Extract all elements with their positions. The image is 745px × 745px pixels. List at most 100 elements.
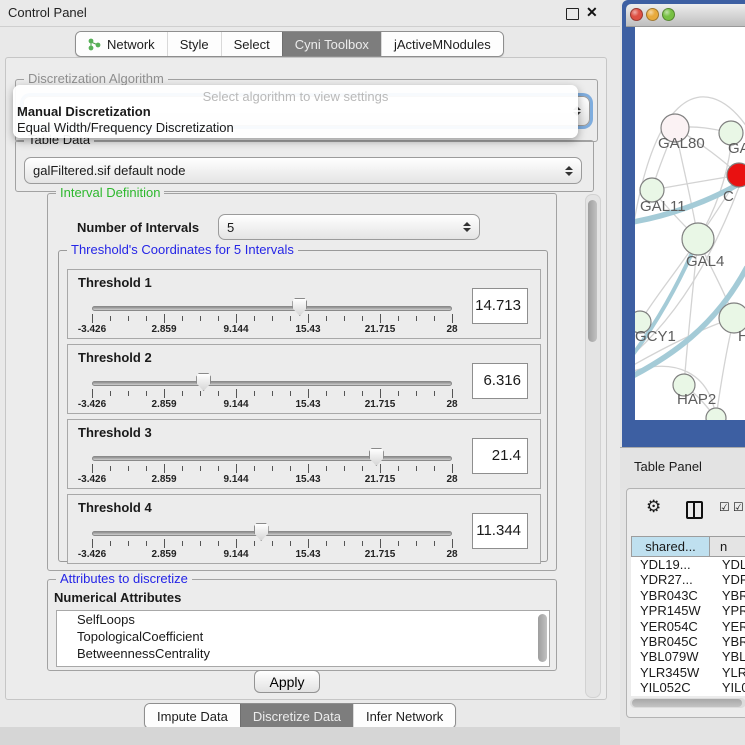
list-scrollbar-thumb[interactable] <box>538 614 547 662</box>
cell-name[interactable]: YBR0 <box>712 588 745 603</box>
cell-shared-name[interactable]: YDL19... <box>631 557 712 572</box>
tab-jactivemnodules[interactable]: jActiveMNodules <box>381 32 503 56</box>
minor-tick <box>416 466 417 471</box>
slider-scale-label: 2.859 <box>142 324 186 335</box>
node-label: GAL11 <box>640 198 686 215</box>
threshold-row: Threshold 1-3.4262.8599.14415.4321.71528… <box>67 269 541 339</box>
number-of-intervals-value: 5 <box>227 220 462 235</box>
table-row[interactable]: YDR27...YDR2 <box>631 572 745 587</box>
cell-shared-name[interactable]: YDR27... <box>631 572 712 587</box>
network-node[interactable] <box>682 223 714 255</box>
cell-name[interactable]: YPR1 <box>712 603 745 618</box>
column-header-name[interactable]: n <box>709 536 745 557</box>
slider-scale-label: 9.144 <box>214 474 258 485</box>
minor-tick <box>344 541 345 546</box>
table-row[interactable]: YPR145WYPR1 <box>631 603 745 618</box>
table-row[interactable]: YLR345WYLR3 <box>631 665 745 680</box>
slider-scale-label: -3.426 <box>70 549 114 560</box>
close-window-icon[interactable] <box>630 8 643 21</box>
minor-tick <box>182 466 183 471</box>
cell-shared-name[interactable]: YBR043C <box>631 588 712 603</box>
cell-shared-name[interactable]: YER054C <box>631 619 712 634</box>
node-label: C <box>723 188 734 205</box>
tab-cyni-toolbox[interactable]: Cyni Toolbox <box>282 32 381 56</box>
tab-impute-data[interactable]: Impute Data <box>145 704 240 728</box>
tab-infer-network[interactable]: Infer Network <box>353 704 455 728</box>
slider-track[interactable] <box>92 381 452 386</box>
table-data-combobox[interactable]: galFiltered.sif default node <box>24 157 582 184</box>
threshold-row: Threshold 2-3.4262.8599.14415.4321.71528… <box>67 344 541 414</box>
numerical-attributes-list[interactable]: SelfLoopsTopologicalCoefficientBetweenne… <box>56 610 550 667</box>
cell-name[interactable]: YIL0 <box>712 680 745 695</box>
table-row[interactable]: YER054CYER0 <box>631 619 745 634</box>
minimize-window-icon[interactable] <box>646 8 659 21</box>
network-canvas[interactable]: GAL80GACGAL11GAL4GCY1HHAP2 <box>635 27 745 420</box>
slider-scale-label: -3.426 <box>70 399 114 410</box>
major-tick <box>452 389 453 398</box>
minor-tick <box>434 316 435 321</box>
slider-track[interactable] <box>92 306 452 311</box>
slider-thumb[interactable] <box>369 448 384 466</box>
tab-select[interactable]: Select <box>221 32 282 56</box>
combo-stepper-icon <box>564 166 573 176</box>
cell-name[interactable]: YLR3 <box>712 665 745 680</box>
cell-name[interactable]: YDR2 <box>712 572 745 587</box>
table-horizontal-scrollbar[interactable] <box>630 698 745 708</box>
number-of-intervals-combobox[interactable]: 5 <box>218 214 480 240</box>
cell-name[interactable]: YER0 <box>712 619 745 634</box>
table-row[interactable]: YDL19...YDL1 <box>631 557 745 572</box>
cyni-toolbox-content: Discretization Algorithm Select algorith… <box>5 57 607 700</box>
tab-network[interactable]: Network <box>76 32 167 56</box>
scrollbar-thumb[interactable] <box>632 699 742 707</box>
control-panel-titlebar: Control Panel ✕ <box>0 0 620 27</box>
minor-tick <box>128 466 129 471</box>
threshold-value-field[interactable]: 6.316 <box>472 363 528 399</box>
split-columns-icon[interactable] <box>686 501 703 519</box>
slider-thumb[interactable] <box>254 523 269 541</box>
threshold-value-field[interactable]: 14.713 <box>472 288 528 324</box>
threshold-value-field[interactable]: 11.344 <box>472 513 528 549</box>
cell-shared-name[interactable]: YBR045C <box>631 634 712 649</box>
zoom-window-icon[interactable] <box>662 8 675 21</box>
threshold-value-field[interactable]: 21.4 <box>472 438 528 474</box>
cell-name[interactable]: YBR0 <box>712 634 745 649</box>
close-panel-icon[interactable]: ✕ <box>586 4 598 21</box>
cell-shared-name[interactable]: YPR145W <box>631 603 712 618</box>
cell-shared-name[interactable]: YBL079W <box>631 649 712 664</box>
dropdown-option[interactable]: Equal Width/Frequency Discretization <box>17 120 234 135</box>
network-window-titlebar[interactable] <box>626 4 745 27</box>
slider-scale-label: -3.426 <box>70 324 114 335</box>
checkbox-icon[interactable]: ☑ <box>733 500 744 514</box>
slider-track[interactable] <box>92 456 452 461</box>
attributes-group-title: Attributes to discretize <box>56 572 192 586</box>
scrollbar-thumb[interactable] <box>588 200 597 342</box>
table-row[interactable]: YBR045CYBR0 <box>631 634 745 649</box>
tab-discretize-data[interactable]: Discretize Data <box>240 704 353 728</box>
cell-shared-name[interactable]: YLR345W <box>631 665 712 680</box>
cell-shared-name[interactable]: YIL052C <box>631 680 712 695</box>
cell-name[interactable]: YDL1 <box>712 557 745 572</box>
slider-thumb[interactable] <box>292 298 307 316</box>
column-header-shared-name[interactable]: shared... <box>631 536 710 557</box>
table-row[interactable]: YIL052CYIL0 <box>631 680 745 695</box>
list-item[interactable]: BetweennessCentrality <box>57 645 549 662</box>
list-item[interactable]: SelfLoops <box>57 611 549 628</box>
slider-track[interactable] <box>92 531 452 536</box>
tab-style[interactable]: Style <box>167 32 221 56</box>
minor-tick <box>254 541 255 546</box>
cell-name[interactable]: YBL0 <box>712 649 745 664</box>
gear-icon[interactable]: ⚙ <box>646 497 661 517</box>
table-row[interactable]: YBL079WYBL0 <box>631 649 745 664</box>
checkbox-icon[interactable]: ☑ <box>719 500 730 514</box>
float-panel-icon[interactable] <box>566 8 579 20</box>
panel-title: Control Panel <box>8 5 87 20</box>
list-item[interactable]: TopologicalCoefficient <box>57 628 549 645</box>
network-node[interactable] <box>727 163 745 187</box>
slider-scale-label: 21.715 <box>358 474 402 485</box>
table-row[interactable]: YBR043CYBR0 <box>631 588 745 603</box>
minor-tick <box>398 541 399 546</box>
content-vertical-scrollbar[interactable] <box>585 194 601 698</box>
apply-button[interactable]: Apply <box>254 670 320 693</box>
dropdown-option[interactable]: Manual Discretization <box>17 104 151 119</box>
slider-thumb[interactable] <box>196 373 211 391</box>
